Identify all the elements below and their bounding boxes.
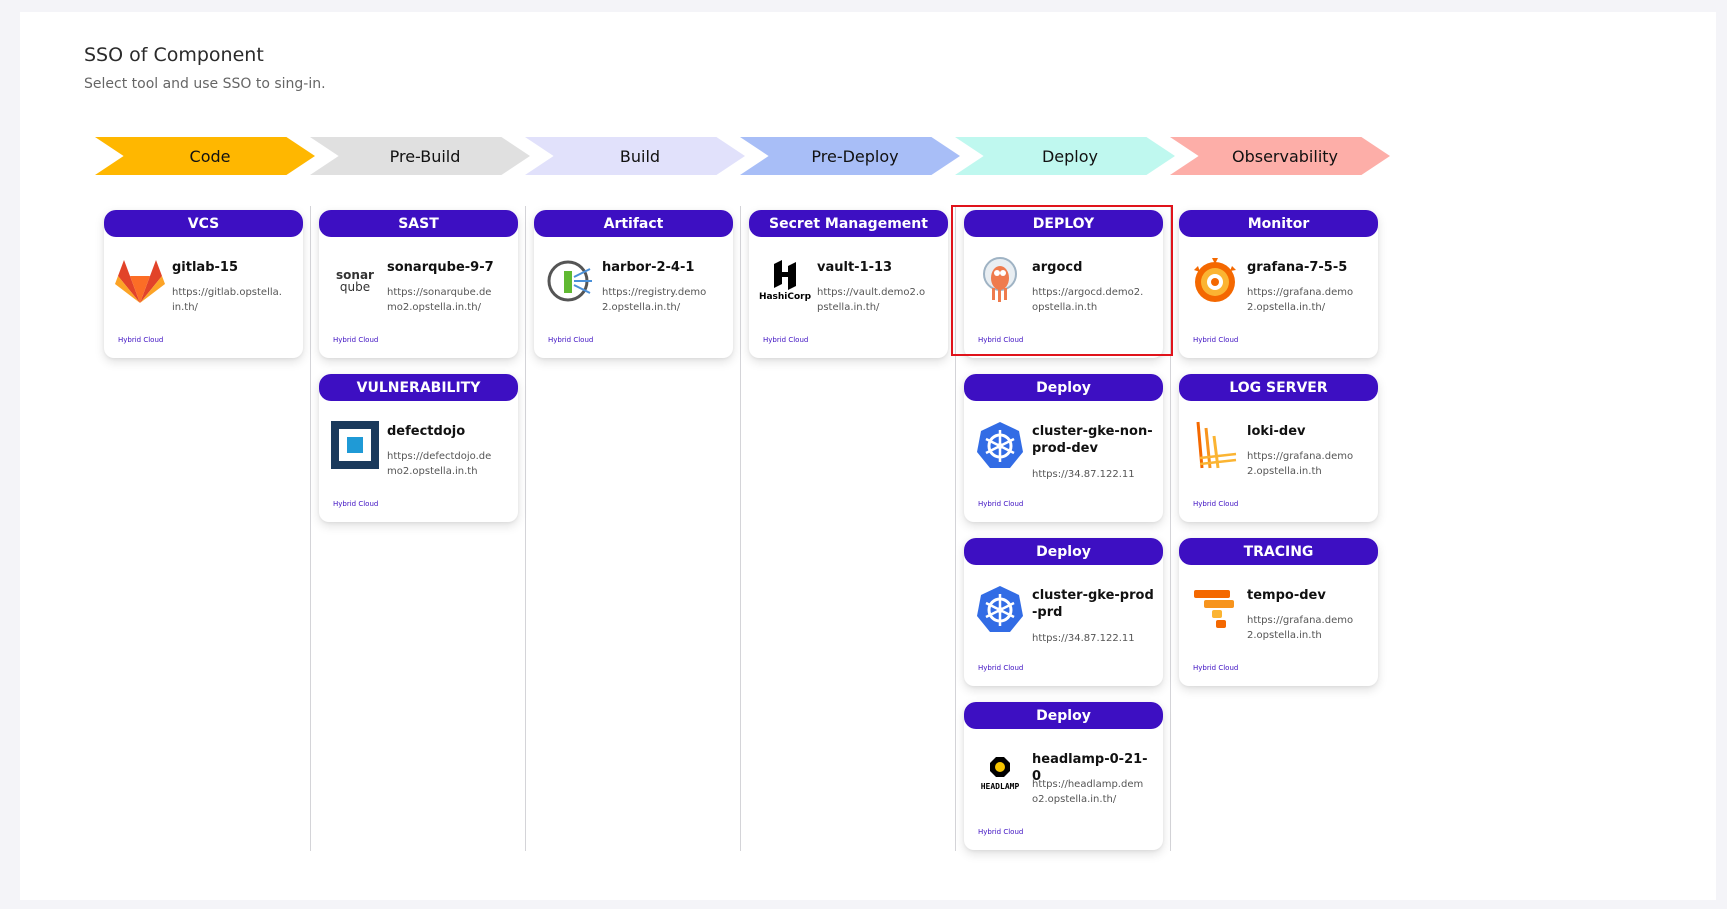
tool-card-loki[interactable]: LOG SERVER loki-dev https://grafana.demo… — [1179, 374, 1378, 522]
harbor-icon — [544, 255, 596, 307]
tool-name: harbor-2-4-1 — [602, 260, 695, 275]
hybrid-cloud-badge: Hybrid Cloud — [978, 828, 1024, 836]
tool-name: cluster-gke-prod-prd — [1032, 588, 1154, 620]
tool-card-argocd[interactable]: DEPLOY argocd https://argocd.demo2.opste… — [964, 210, 1163, 358]
tool-name: cluster-gke-non-prod-dev — [1032, 424, 1153, 456]
tool-card-grafana[interactable]: Monitor grafana-7-5-5 https://grafana.de… — [1179, 210, 1378, 358]
column-divider — [740, 206, 741, 851]
tool-card-tempo[interactable]: TRACING tempo-dev https://grafana.demo2.… — [1179, 538, 1378, 686]
page-subtitle: Select tool and use SSO to sing-in. — [84, 76, 326, 92]
hybrid-cloud-badge: Hybrid Cloud — [548, 336, 594, 344]
column-divider — [1170, 206, 1171, 851]
tool-name: vault-1-13 — [817, 260, 893, 275]
tool-url[interactable]: https://34.87.122.11 — [1032, 467, 1144, 482]
hybrid-cloud-badge: Hybrid Cloud — [333, 336, 379, 344]
category-label: LOG SERVER — [1179, 374, 1378, 401]
tool-url[interactable]: https://34.87.122.11 — [1032, 631, 1144, 646]
tool-card-gitlab[interactable]: VCS gitlab-15 https://gitlab.opstella.in… — [104, 210, 303, 358]
tool-card-vault[interactable]: Secret Management HashiCorp vault-1-13 h… — [749, 210, 948, 358]
tool-url[interactable]: https://sonarqube.demo2.opstella.in.th/ — [387, 285, 499, 315]
category-label: VULNERABILITY — [319, 374, 518, 401]
stage-observability: Observability — [1170, 137, 1390, 175]
tool-name: grafana-7-5-5 — [1247, 260, 1348, 275]
tool-name: tempo-dev — [1247, 588, 1326, 603]
stage-pre-build: Pre-Build — [310, 137, 530, 175]
stage-deploy: Deploy — [955, 137, 1175, 175]
kubernetes-icon — [974, 419, 1026, 471]
tool-url[interactable]: https://grafana.demo2.opstella.in.th/ — [1247, 285, 1359, 315]
category-label: Artifact — [534, 210, 733, 237]
tool-url[interactable]: https://registry.demo2.opstella.in.th/ — [602, 285, 714, 315]
column-divider — [955, 206, 956, 851]
hybrid-cloud-badge: Hybrid Cloud — [1193, 500, 1239, 508]
hybrid-cloud-badge: Hybrid Cloud — [118, 336, 164, 344]
tool-url[interactable]: https://vault.demo2.opstella.in.th/ — [817, 285, 929, 315]
grafana-icon — [1189, 255, 1241, 307]
category-label: Deploy — [964, 538, 1163, 565]
hybrid-cloud-badge: Hybrid Cloud — [978, 336, 1024, 344]
tool-card-harbor[interactable]: Artifact harbor-2-4-1 https://registry.d… — [534, 210, 733, 358]
tool-name: loki-dev — [1247, 424, 1306, 439]
category-label: Deploy — [964, 374, 1163, 401]
tool-name: defectdojo — [387, 424, 466, 439]
headlamp-icon: HEADLAMP — [974, 747, 1026, 799]
hybrid-cloud-badge: Hybrid Cloud — [1193, 664, 1239, 672]
stage-code: Code — [95, 137, 315, 175]
sonarqube-icon: sonar qube — [336, 268, 374, 294]
column-divider — [310, 206, 311, 851]
tool-url[interactable]: https://defectdojo.demo2.opstella.in.th — [387, 449, 499, 479]
column-divider — [525, 206, 526, 851]
hybrid-cloud-badge: Hybrid Cloud — [978, 664, 1024, 672]
category-label: Secret Management — [749, 210, 948, 237]
category-label: VCS — [104, 210, 303, 237]
tool-card-cluster-gke-non-prod-dev[interactable]: Deploy cluster-gke-non-prod-dev https://… — [964, 374, 1163, 522]
category-label: SAST — [319, 210, 518, 237]
tempo-icon — [1189, 583, 1241, 635]
category-label: Monitor — [1179, 210, 1378, 237]
stage-pre-deploy: Pre-Deploy — [740, 137, 960, 175]
gitlab-icon — [114, 255, 166, 307]
category-label: TRACING — [1179, 538, 1378, 565]
tool-url[interactable]: https://argocd.demo2.opstella.in.th — [1032, 285, 1144, 315]
hybrid-cloud-badge: Hybrid Cloud — [978, 500, 1024, 508]
hybrid-cloud-badge: Hybrid Cloud — [333, 500, 379, 508]
tool-name: gitlab-15 — [172, 260, 238, 275]
kubernetes-icon — [974, 583, 1026, 635]
argocd-icon — [974, 255, 1026, 307]
category-label: Deploy — [964, 702, 1163, 729]
hybrid-cloud-badge: Hybrid Cloud — [763, 336, 809, 344]
tool-url[interactable]: https://grafana.demo2.opstella.in.th — [1247, 613, 1359, 643]
category-label: DEPLOY — [964, 210, 1163, 237]
defectdojo-icon — [329, 419, 381, 471]
tool-card-cluster-gke-prod-prd[interactable]: Deploy cluster-gke-prod-prd https://34.8… — [964, 538, 1163, 686]
hashicorp-vault-icon: HashiCorp — [759, 255, 811, 307]
tool-url[interactable]: https://grafana.demo2.opstella.in.th — [1247, 449, 1359, 479]
tool-card-defectdojo[interactable]: VULNERABILITY defectdojo https://defectd… — [319, 374, 518, 522]
loki-icon — [1189, 419, 1241, 471]
stage-build: Build — [525, 137, 745, 175]
tool-name: argocd — [1032, 260, 1083, 275]
tool-card-headlamp[interactable]: Deploy HEADLAMP headlamp-0-21-0 https://… — [964, 702, 1163, 850]
hybrid-cloud-badge: Hybrid Cloud — [1193, 336, 1239, 344]
page-title: SSO of Component — [84, 44, 264, 66]
tool-url[interactable]: https://headlamp.demo2.opstella.in.th/ — [1032, 777, 1144, 807]
tool-card-sonarqube[interactable]: SAST sonar qube sonarqube-9-7 https://so… — [319, 210, 518, 358]
tool-url[interactable]: https://gitlab.opstella.in.th/ — [172, 285, 284, 315]
tool-name: sonarqube-9-7 — [387, 260, 494, 275]
